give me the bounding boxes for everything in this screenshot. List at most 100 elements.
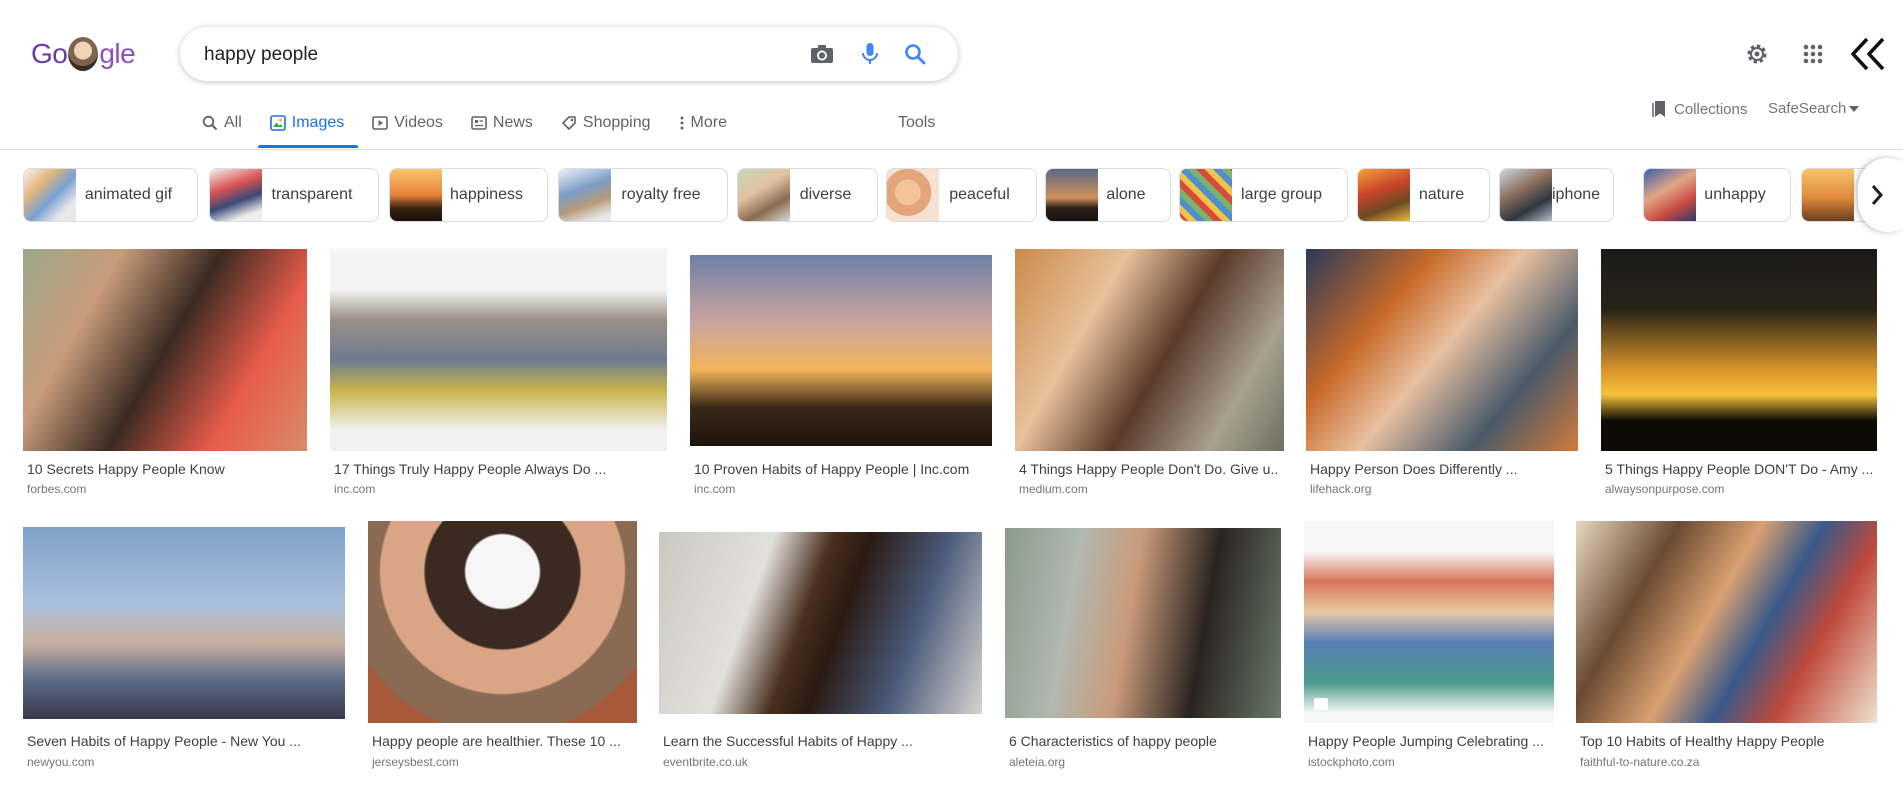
result-thumbnail[interactable] [330, 249, 667, 451]
tab-videos[interactable]: Videos [372, 112, 443, 134]
result-thumbnail[interactable] [23, 249, 307, 451]
header-divider [0, 149, 1903, 150]
chip-thumbnail [1644, 169, 1696, 221]
news-icon [471, 116, 487, 130]
result-title[interactable]: 4 Things Happy People Don't Do. Give u..… [1019, 461, 1279, 477]
chip-label: peaceful [949, 186, 1010, 203]
tab-all[interactable]: All [202, 112, 242, 134]
logo-text-right: gle [99, 38, 136, 69]
chip-iphone[interactable]: iphone [1499, 168, 1614, 222]
chip-label: unhappy [1704, 186, 1766, 203]
collections-link[interactable]: Collections [1652, 100, 1747, 118]
more-vert-icon [680, 116, 684, 130]
search-box[interactable]: happy people [180, 27, 958, 81]
chip-thumbnail [738, 169, 790, 221]
search-icon [202, 115, 218, 131]
result-thumbnail[interactable] [1306, 249, 1578, 451]
result-thumbnail[interactable] [690, 255, 992, 446]
result-title[interactable]: Happy people are healthier. These 10 ... [372, 733, 637, 749]
result-source: alwaysonpurpose.com [1605, 482, 1725, 496]
chip-thumbnail [1802, 169, 1854, 221]
chip-thumbnail [1046, 169, 1098, 221]
tab-shopping[interactable]: Shopping [561, 112, 651, 134]
tag-icon [562, 116, 576, 130]
result-title[interactable]: 5 Things Happy People DON'T Do - Amy ... [1605, 461, 1875, 477]
chips-next-button[interactable] [1858, 158, 1903, 232]
result-title[interactable]: Top 10 Habits of Healthy Happy People [1580, 733, 1880, 749]
camera-icon[interactable] [808, 40, 836, 68]
result-thumbnail[interactable] [1015, 249, 1284, 451]
result-source: medium.com [1019, 482, 1088, 496]
chip-nature[interactable]: nature [1357, 168, 1490, 222]
chip-label: royalty free [621, 186, 701, 203]
tab-images[interactable]: Images [269, 112, 345, 134]
chip-thumbnail [1180, 169, 1232, 221]
chip-label: diverse [799, 186, 852, 203]
tab-label: Shopping [582, 114, 651, 131]
result-title[interactable]: Learn the Successful Habits of Happy ... [663, 733, 983, 749]
result-source: inc.com [694, 482, 736, 496]
tab-label: News [492, 114, 533, 131]
chip-diverse[interactable]: diverse [737, 168, 878, 222]
chip-peaceful[interactable]: peaceful [886, 168, 1037, 222]
result-source: aleteia.org [1009, 755, 1066, 769]
result-thumbnail[interactable] [23, 527, 345, 719]
result-source: istockphoto.com [1308, 755, 1395, 769]
account-icon[interactable] [1849, 36, 1889, 72]
result-source: newyou.com [27, 755, 95, 769]
result-thumbnail[interactable] [1304, 521, 1554, 723]
result-source: inc.com [334, 482, 376, 496]
chip-thumbnail [1358, 169, 1410, 221]
search-input[interactable]: happy people [204, 44, 318, 66]
result-thumbnail[interactable] [1005, 528, 1281, 718]
chip-large-group[interactable]: large group [1179, 168, 1348, 222]
result-thumbnail[interactable] [659, 532, 982, 714]
google-logo[interactable]: Go gle [31, 36, 136, 72]
tab-more[interactable]: More [679, 112, 727, 134]
chip-thumbnail [210, 169, 262, 221]
bookmark-icon [1652, 101, 1665, 117]
tab-label: More [690, 114, 727, 131]
chip-thumbnail [887, 169, 939, 221]
chip-happiness[interactable]: happiness [389, 168, 548, 222]
result-thumbnail[interactable] [368, 521, 637, 723]
safesearch-dropdown[interactable]: SafeSearch [1768, 100, 1860, 117]
chip-transparent[interactable]: transparent [209, 168, 379, 222]
result-title[interactable]: Happy People Jumping Celebrating ... [1308, 733, 1553, 749]
chip-label: transparent [271, 186, 353, 203]
chip-label: large group [1241, 186, 1322, 203]
result-title[interactable]: Seven Habits of Happy People - New You .… [27, 733, 347, 749]
chip-label: alone [1106, 186, 1146, 203]
search-tabs: All Images Videos News Shopping More [202, 112, 755, 148]
chip-animated-gif[interactable]: animated gif [23, 168, 198, 222]
chip-alone[interactable]: alone [1045, 168, 1171, 222]
logo-text-left: Go [31, 38, 68, 69]
chip-label: nature [1418, 186, 1465, 203]
tab-news[interactable]: News [471, 112, 533, 134]
tools-button[interactable]: Tools [898, 114, 935, 132]
result-title[interactable]: 10 Proven Habits of Happy People | Inc.c… [694, 461, 994, 477]
result-thumbnail[interactable] [1576, 521, 1877, 723]
collections-label: Collections [1674, 100, 1748, 118]
chip-label: iphone [1552, 186, 1601, 203]
tab-label: All [224, 114, 242, 131]
play-icon [372, 116, 389, 130]
chip-unhappy[interactable]: unhappy [1643, 168, 1791, 222]
result-title[interactable]: 17 Things Truly Happy People Always Do .… [334, 461, 664, 477]
tab-label: Images [291, 114, 345, 131]
result-source: jerseysbest.com [372, 755, 459, 769]
result-title[interactable]: Happy Person Does Differently ... [1310, 461, 1575, 477]
result-source: lifehack.org [1310, 482, 1372, 496]
chevron-down-icon [1849, 105, 1860, 112]
chevron-right-icon [1871, 185, 1884, 205]
result-title[interactable]: 10 Secrets Happy People Know [27, 461, 307, 477]
microphone-icon[interactable] [856, 40, 884, 68]
chip-royalty-free[interactable]: royalty free [558, 168, 728, 222]
apps-grid-icon[interactable] [1799, 40, 1827, 68]
safesearch-label: SafeSearch [1768, 100, 1847, 117]
search-icon[interactable] [901, 40, 929, 68]
gear-icon[interactable] [1743, 40, 1771, 68]
doodle-face-icon [68, 37, 99, 71]
result-thumbnail[interactable] [1601, 249, 1877, 451]
result-title[interactable]: 6 Characteristics of happy people [1009, 733, 1279, 749]
